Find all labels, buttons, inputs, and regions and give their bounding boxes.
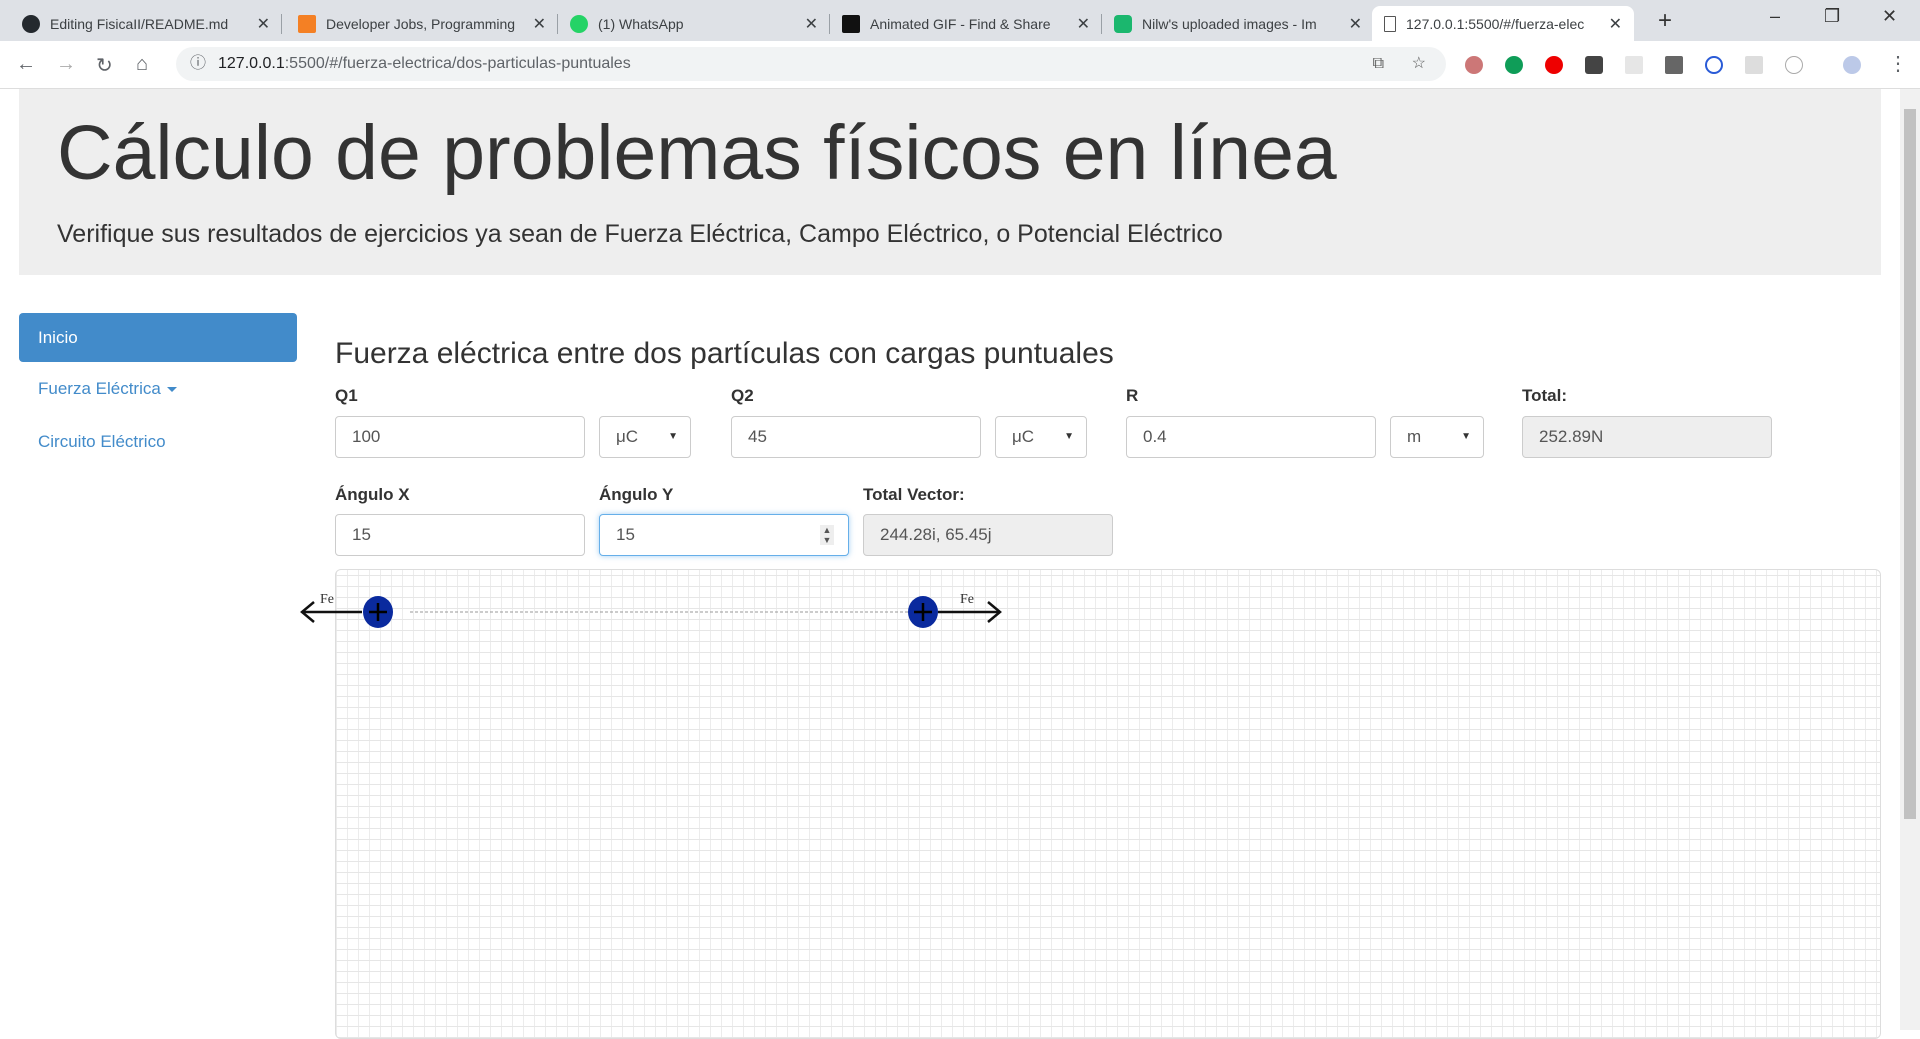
close-tab-icon[interactable]: ✕ xyxy=(533,14,546,34)
q1-unit-select[interactable]: μC xyxy=(599,416,691,458)
caret-down-icon xyxy=(166,387,177,393)
q2-label: Q2 xyxy=(731,386,754,405)
charge-q2[interactable] xyxy=(908,596,938,628)
giphy-icon xyxy=(842,14,860,33)
adblock-icon[interactable] xyxy=(1545,56,1563,74)
sidebar-item-circuito-electrico[interactable]: Circuito Eléctrico xyxy=(38,432,166,452)
block-icon[interactable] xyxy=(1705,56,1723,74)
restore-button[interactable]: ❐ xyxy=(1824,6,1840,27)
reload-icon[interactable]: ↻ xyxy=(96,53,113,78)
tab-stackoverflow[interactable]: Developer Jobs, Programming ✕ xyxy=(286,6,558,41)
r-input[interactable]: 0.4 xyxy=(1126,416,1376,458)
extension-icon[interactable] xyxy=(1625,56,1643,74)
close-tab-icon[interactable]: ✕ xyxy=(1609,14,1622,34)
extension-icon[interactable] xyxy=(1745,56,1763,74)
r-unit-select[interactable]: m xyxy=(1390,416,1484,458)
total-label: Total: xyxy=(1522,386,1568,405)
tab-title: (1) WhatsApp xyxy=(598,15,684,32)
angle-x-label: Ángulo X xyxy=(335,485,410,504)
url-host: 127.0.0.1 xyxy=(218,55,285,72)
url-input[interactable]: ⓘ 127.0.0.1:5500/#/fuerza-electrica/dos-p… xyxy=(176,47,1446,81)
force-label-left: Fe xyxy=(320,592,334,607)
forward-icon[interactable]: → xyxy=(56,53,76,76)
page-subtitle: Verifique sus resultados de ejercicios y… xyxy=(57,220,1223,248)
close-tab-icon[interactable]: ✕ xyxy=(1077,14,1090,34)
profile-avatar[interactable] xyxy=(1843,56,1861,74)
back-icon[interactable]: ← xyxy=(16,53,36,76)
imgur-icon xyxy=(1114,14,1132,33)
number-spinner[interactable]: ▲ ▼ xyxy=(820,525,834,545)
close-window-button[interactable]: ✕ xyxy=(1882,6,1897,27)
close-tab-icon[interactable]: ✕ xyxy=(257,14,270,34)
q2-unit-value: μC xyxy=(1012,427,1035,446)
jumbotron: Cálculo de problemas físicos en línea Ve… xyxy=(19,89,1881,275)
browser-tab-bar: Editing FisicaII/README.md ✕ Developer Jo… xyxy=(0,0,1920,41)
angle-y-value: 15 xyxy=(616,525,635,544)
tab-title: Editing FisicaII/README.md xyxy=(50,15,229,32)
force-label-right: Fe xyxy=(960,592,974,607)
address-bar-row: ← → ↻ ⌂ ⓘ 127.0.0.1:5500/#/fuerza-electri… xyxy=(0,41,1920,89)
stackoverflow-icon xyxy=(298,14,316,33)
tab-title: 127.0.0.1:5500/#/fuerza-elec xyxy=(1406,15,1585,32)
angle-y-label: Ángulo Y xyxy=(599,485,674,504)
url-path: :5500/#/fuerza-electrica/dos-particulas-… xyxy=(284,55,631,72)
page-title: Cálculo de problemas físicos en línea xyxy=(57,110,1337,196)
q2-unit-select[interactable]: μC xyxy=(995,416,1087,458)
sidebar-item-inicio[interactable]: Inicio xyxy=(19,313,297,362)
github-icon xyxy=(22,14,40,33)
q1-unit-value: μC xyxy=(616,427,639,446)
pocket-icon[interactable] xyxy=(1585,56,1603,74)
bookmark-star-icon[interactable]: ☆ xyxy=(1412,47,1426,81)
close-tab-icon[interactable]: ✕ xyxy=(1349,14,1362,34)
tab-imgur[interactable]: Nilw's uploaded images - Im ✕ xyxy=(1102,6,1374,41)
tab-whatsapp[interactable]: (1) WhatsApp ✕ xyxy=(558,6,830,41)
menu-icon[interactable]: ⋮ xyxy=(1888,51,1908,76)
tab-title: Animated GIF - Find & Share xyxy=(870,15,1051,32)
charge-q1[interactable] xyxy=(363,596,393,628)
r-label: R xyxy=(1126,386,1139,405)
extension-icon[interactable] xyxy=(1505,56,1523,74)
q2-input[interactable]: 45 xyxy=(731,416,981,458)
tab-github[interactable]: Editing FisicaII/README.md ✕ xyxy=(10,6,282,41)
page-icon xyxy=(1384,15,1396,32)
sidebar-item-fuerza-electrica[interactable]: Fuerza Eléctrica xyxy=(38,379,177,399)
r-unit-value: m xyxy=(1407,427,1422,446)
tab-title: Nilw's uploaded images - Im xyxy=(1142,15,1317,32)
angle-y-input[interactable]: 15 ▲ ▼ xyxy=(599,514,849,556)
extension-icon[interactable] xyxy=(1465,56,1483,74)
angular-icon[interactable] xyxy=(1665,56,1683,74)
tab-active-local[interactable]: 127.0.0.1:5500/#/fuerza-elec ✕ xyxy=(1372,6,1634,41)
tab-giphy[interactable]: Animated GIF - Find & Share ✕ xyxy=(830,6,1102,41)
page-content: Cálculo de problemas físicos en línea Ve… xyxy=(0,89,1900,1039)
page-scrollbar[interactable] xyxy=(1900,89,1920,1030)
home-icon[interactable]: ⌂ xyxy=(136,53,148,76)
section-heading: Fuerza eléctrica entre dos partículas co… xyxy=(335,337,1114,370)
angle-x-input[interactable]: 15 xyxy=(335,514,585,556)
scrollbar-thumb[interactable] xyxy=(1904,109,1916,819)
info-icon: ⓘ xyxy=(190,55,207,72)
whatsapp-icon xyxy=(570,14,588,33)
translate-icon[interactable]: ⧉ xyxy=(1373,47,1384,81)
q1-input[interactable]: 100 xyxy=(335,416,585,458)
close-tab-icon[interactable]: ✕ xyxy=(805,14,818,34)
total-vector-output: 244.28i, 65.45j xyxy=(863,514,1113,556)
total-output: 252.89N xyxy=(1522,416,1772,458)
tab-title: Developer Jobs, Programming xyxy=(326,15,516,32)
json-icon[interactable] xyxy=(1785,56,1803,74)
sidebar-item-label: Fuerza Eléctrica xyxy=(38,379,161,398)
minimize-button[interactable]: – xyxy=(1770,6,1780,27)
q1-label: Q1 xyxy=(335,386,358,405)
new-tab-button[interactable]: + xyxy=(1658,7,1672,35)
force-diagram: Fe Fe xyxy=(300,592,1002,628)
total-vector-label: Total Vector: xyxy=(863,485,965,504)
